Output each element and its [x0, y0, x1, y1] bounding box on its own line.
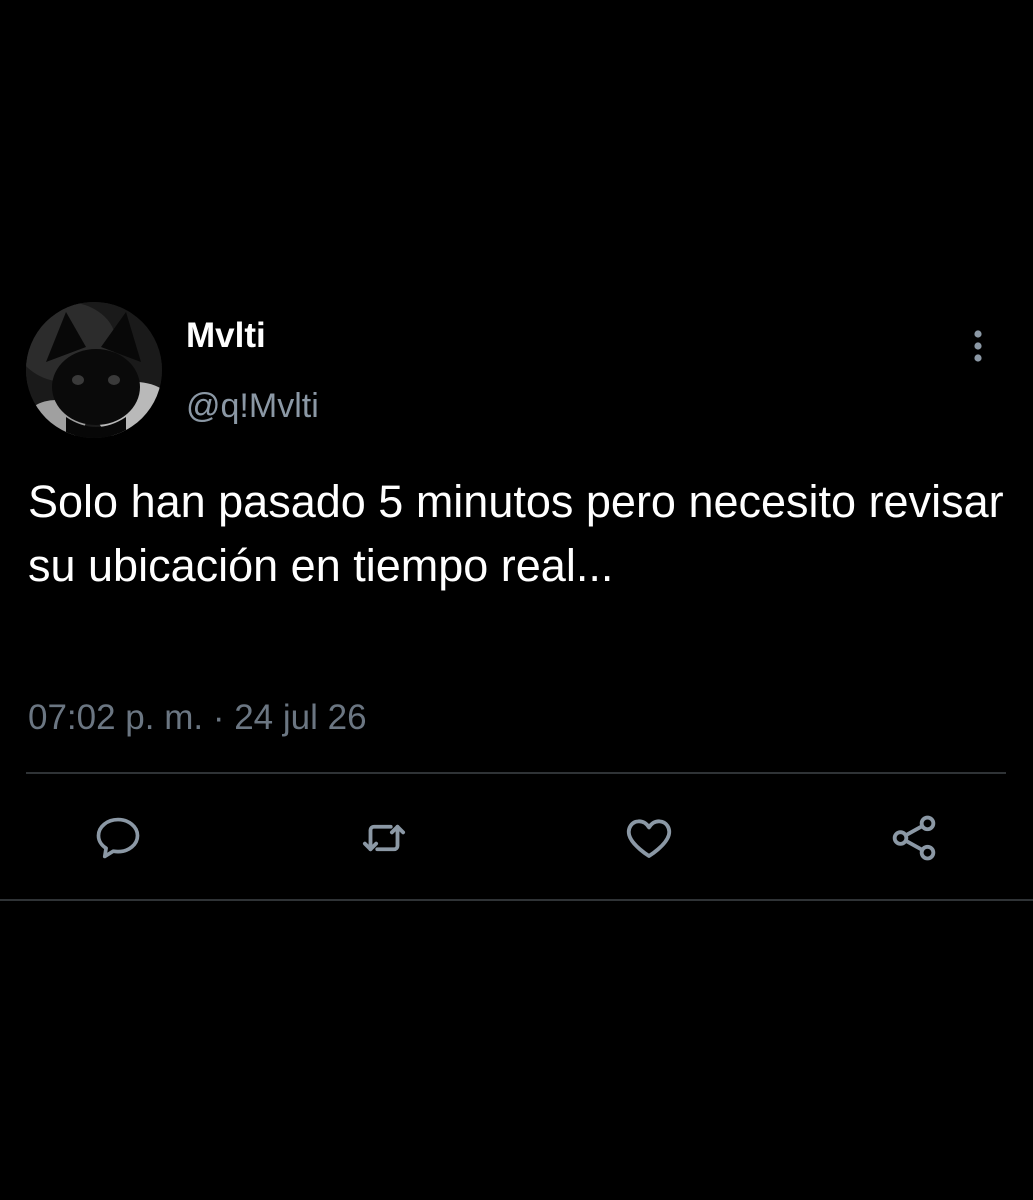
more-options-button[interactable]: [960, 326, 996, 366]
display-name[interactable]: Mvlti: [186, 316, 266, 356]
share-button[interactable]: [884, 808, 944, 868]
bat-avatar-icon: [26, 302, 162, 438]
tweet-text: Solo han pasado 5 minutos pero necesito …: [28, 476, 1004, 591]
avatar[interactable]: [26, 302, 162, 438]
share-icon: [892, 815, 936, 861]
retweet-button[interactable]: [354, 808, 414, 868]
like-icon: [626, 819, 672, 858]
like-button[interactable]: [619, 808, 679, 868]
more-vertical-icon: [974, 330, 982, 362]
divider: [0, 899, 1033, 901]
tweet-card: Mvlti @q!Mvlti Solo han pasado 5 minutos…: [0, 0, 1033, 1200]
divider: [26, 772, 1006, 774]
tweet-timestamp[interactable]: 07:02 p. m. · 24 jul 26: [28, 698, 367, 738]
retweet-icon: [362, 824, 406, 852]
reply-icon: [96, 817, 140, 859]
user-handle[interactable]: @q!Mvlti: [186, 386, 319, 426]
reply-button[interactable]: [88, 808, 148, 868]
